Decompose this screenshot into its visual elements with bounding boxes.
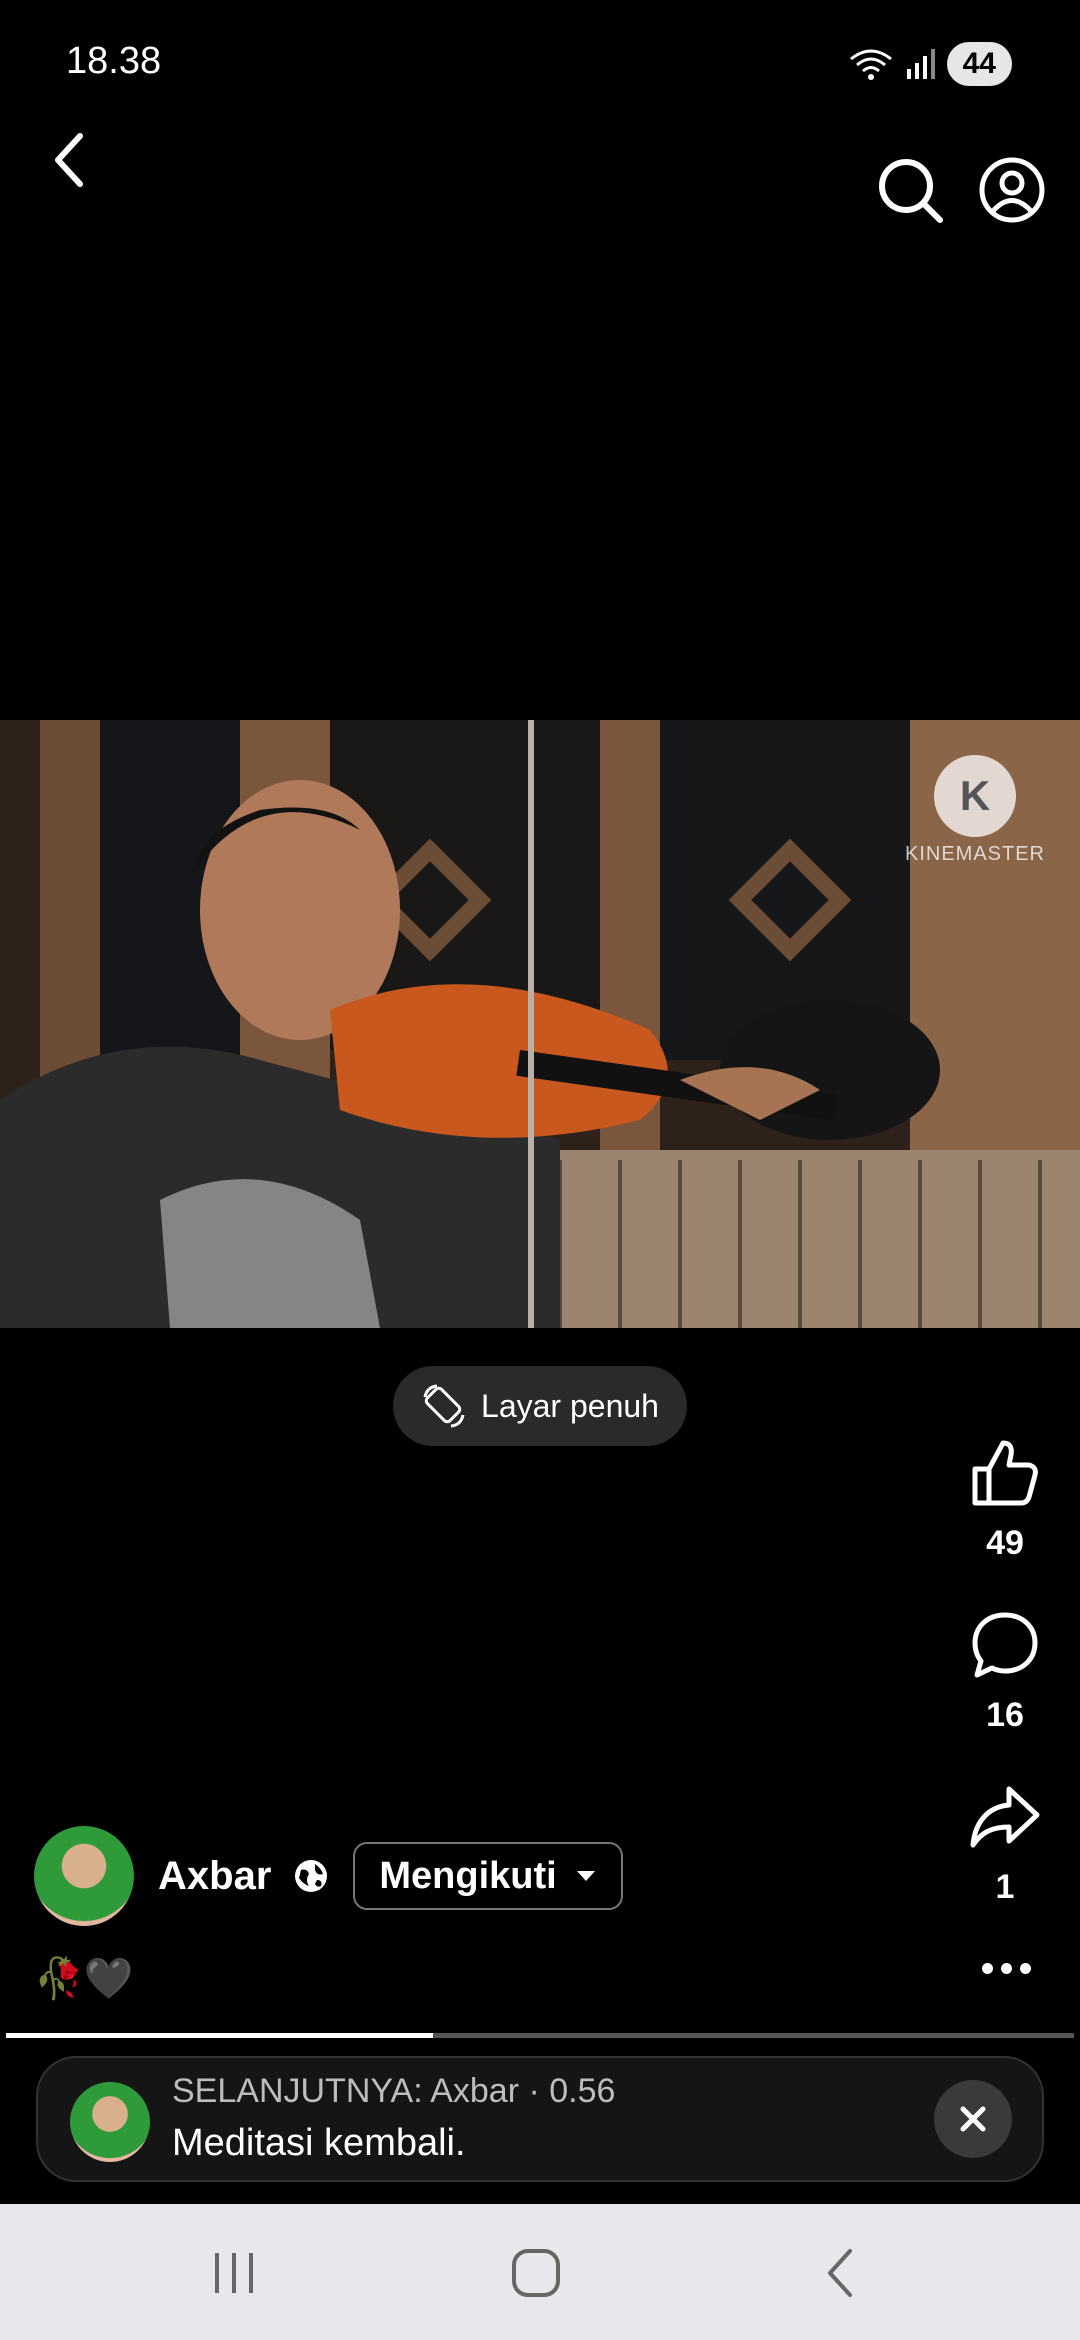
wifi-icon [849,49,892,80]
status-icons: 44 [849,40,1012,88]
recent-apps-button[interactable] [194,2238,274,2308]
system-back-button[interactable] [800,2238,880,2308]
system-nav-bar [0,2204,1080,2340]
kinemaster-logo: K [934,755,1016,837]
chevron-left-icon [55,133,83,187]
comment-icon [972,1612,1038,1678]
globe-icon [295,1860,328,1892]
up-next-card[interactable]: SELANJUTNYA: Axbar · 0.56 Meditasi kemba… [36,2056,1044,2182]
more-options-button[interactable] [968,1948,1044,1988]
share-icon [970,1786,1040,1848]
video-progress-fill [6,2033,434,2038]
kinemaster-text: KINEMASTER [904,843,1046,865]
search-button[interactable] [870,150,950,230]
fullscreen-label: Layar penuh [481,1387,659,1424]
chevron-down-icon [576,1871,595,1881]
follow-label: Mengikuti [379,1854,557,1897]
signal-icon [906,49,935,79]
profile-button[interactable] [972,150,1052,230]
like-button[interactable] [960,1428,1050,1518]
video-player[interactable]: K KINEMASTER [0,720,1080,1328]
author-row: Axbar Mengikuti [34,1826,623,1926]
share-action[interactable]: 1 [960,1772,1050,1907]
follow-button[interactable]: Mengikuti [353,1842,623,1910]
share-count: 1 [995,1868,1015,1906]
battery-indicator: 44 [946,42,1012,86]
rotate-screen-icon [423,1384,465,1428]
up-next-title: Meditasi kembali. [172,2122,466,2164]
user-circle-icon [979,157,1045,223]
comment-button[interactable] [960,1600,1050,1690]
home-icon [512,2249,560,2297]
thumbs-up-icon [972,1440,1038,1506]
more-dot [1019,1962,1031,1974]
video-progress-bar[interactable] [6,2033,1074,2038]
like-action[interactable]: 49 [960,1428,1050,1563]
close-icon [960,2106,986,2132]
kinemaster-watermark: K KINEMASTER [900,755,1050,866]
fullscreen-button[interactable]: Layar penuh [393,1366,687,1446]
recent-apps-icon [215,2253,253,2293]
like-count: 49 [986,1524,1024,1562]
up-next-subtitle: SELANJUTNYA: Axbar · 0.56 [172,2072,616,2110]
back-button[interactable] [30,120,110,200]
search-icon [879,159,943,223]
share-button[interactable] [960,1772,1050,1862]
home-button[interactable] [496,2238,576,2308]
status-bar: 18.38 44 [0,0,1080,120]
back-icon [828,2249,852,2297]
more-dot [1000,1962,1012,1974]
comment-count: 16 [986,1696,1024,1734]
author-avatar[interactable] [34,1826,134,1926]
status-time: 18.38 [66,40,162,82]
up-next-close-button[interactable] [934,2080,1012,2158]
top-nav [0,120,1080,240]
author-name[interactable]: Axbar [158,1854,271,1899]
comment-action[interactable]: 16 [960,1600,1050,1735]
post-caption: 🥀🖤 [34,1957,134,2001]
up-next-avatar [70,2082,150,2162]
more-dot [981,1962,993,1974]
